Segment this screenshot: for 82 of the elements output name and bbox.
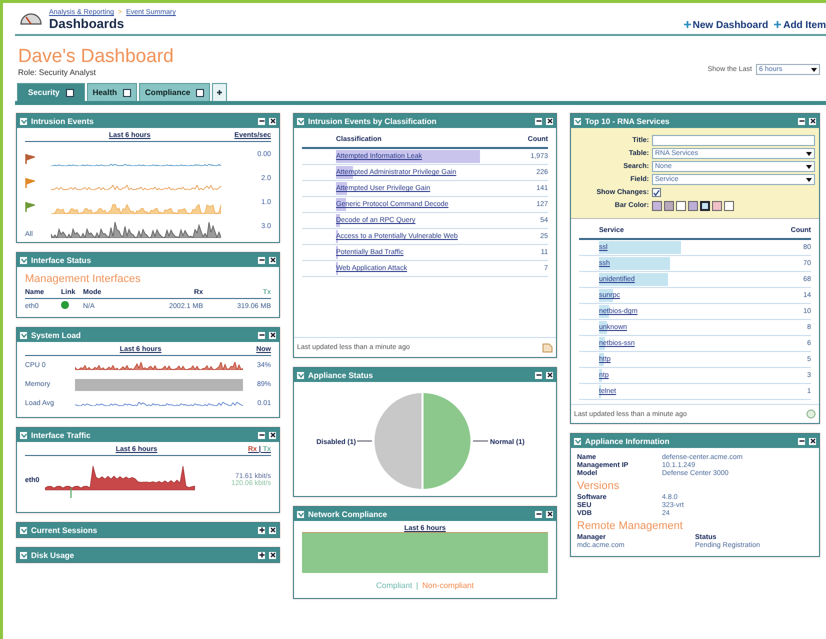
close-icon[interactable] <box>809 118 816 124</box>
chevron-icon[interactable] <box>20 432 27 438</box>
caret-icon <box>806 152 812 156</box>
action-link[interactable]: Add Item <box>774 20 826 31</box>
color-swatch[interactable] <box>724 200 734 210</box>
close-icon[interactable] <box>269 118 276 124</box>
add-tab-button[interactable] <box>212 83 228 101</box>
chevron-icon[interactable] <box>20 526 27 534</box>
chevron-icon[interactable] <box>574 438 581 444</box>
chevron-icon[interactable] <box>574 118 581 124</box>
leader-line <box>472 440 488 442</box>
dashboard-tab[interactable]: Security <box>17 83 85 101</box>
panel-title: Disk Usage <box>31 550 76 560</box>
chevron-icon[interactable] <box>20 256 27 264</box>
close-icon[interactable] <box>546 118 553 124</box>
legend-item: Non-compliant <box>422 581 474 590</box>
minimize-icon[interactable] <box>258 256 265 264</box>
close-icon[interactable] <box>123 88 132 96</box>
color-swatch[interactable] <box>712 200 722 210</box>
page-title: Dashboards <box>49 16 126 31</box>
close-icon[interactable] <box>546 372 553 378</box>
chevron-icon[interactable] <box>20 552 27 558</box>
close-icon[interactable] <box>269 332 276 338</box>
close-icon[interactable] <box>809 438 816 444</box>
minimize-icon[interactable] <box>535 372 542 378</box>
chevron-icon[interactable] <box>297 510 304 518</box>
close-icon[interactable] <box>546 510 553 518</box>
dashboard-title: Dave's Dashboard <box>18 46 174 68</box>
panel-title: Top 10 - RNA Services <box>585 116 670 126</box>
checkbox[interactable] <box>652 188 661 197</box>
plus-icon <box>216 89 224 96</box>
expand-icon[interactable] <box>258 552 265 558</box>
panel-title: Current Sessions <box>31 526 98 534</box>
panel-title: Network Compliance <box>308 510 388 518</box>
legend-item: Compliant <box>376 581 412 590</box>
section-heading: Remote Management <box>577 520 684 532</box>
chevron-icon[interactable] <box>297 118 304 124</box>
separator: | <box>416 581 418 590</box>
title-field[interactable] <box>652 135 815 146</box>
caret-icon <box>806 178 812 182</box>
panel-title: Appliance Information <box>585 436 670 446</box>
panel-title: Intrusion Events by Classification <box>308 116 438 126</box>
close-icon[interactable] <box>196 88 204 96</box>
panel-title: Interface Traffic <box>31 430 92 440</box>
panel-title: Intrusion Events <box>31 116 95 126</box>
chevron-icon[interactable] <box>297 372 304 378</box>
plus-icon <box>774 21 782 28</box>
caret-icon <box>811 68 817 72</box>
color-swatch[interactable] <box>652 200 662 210</box>
minimize-icon[interactable] <box>798 118 805 124</box>
section-heading: Versions <box>577 480 620 492</box>
minimize-icon[interactable] <box>258 332 265 338</box>
action-link[interactable]: New Dashboard <box>684 20 768 31</box>
leader-line <box>356 440 372 442</box>
color-swatch[interactable] <box>664 200 674 210</box>
chevron-icon[interactable] <box>20 332 27 338</box>
panel-title: System Load <box>31 330 82 340</box>
close-icon[interactable] <box>269 526 276 534</box>
minimize-icon[interactable] <box>258 118 265 124</box>
close-icon[interactable] <box>269 256 276 264</box>
export-icon[interactable] <box>542 342 553 353</box>
close-icon[interactable] <box>269 552 276 558</box>
minimize-icon[interactable] <box>258 432 265 438</box>
panel-title: Appliance Status <box>308 370 374 380</box>
color-swatch[interactable] <box>700 200 710 210</box>
minimize-icon[interactable] <box>535 118 542 124</box>
close-icon[interactable] <box>66 88 74 96</box>
dashboard-tab[interactable]: Compliance <box>139 83 210 101</box>
dashboard-icon <box>19 11 43 27</box>
expand-icon[interactable] <box>258 526 265 534</box>
close-icon[interactable] <box>269 432 276 438</box>
minimize-icon[interactable] <box>535 510 542 518</box>
minimize-icon[interactable] <box>798 438 805 444</box>
dashboard-tab[interactable]: Health <box>86 83 138 101</box>
caret-icon <box>806 164 812 168</box>
section-heading: Management Interfaces <box>25 273 142 285</box>
chevron-icon[interactable] <box>20 118 27 124</box>
color-swatch[interactable] <box>676 200 686 210</box>
plus-icon <box>684 21 691 28</box>
color-swatch[interactable] <box>688 200 698 210</box>
panel-title: Interface Status <box>31 256 92 264</box>
role-label: Role: Security Analyst <box>18 68 97 77</box>
